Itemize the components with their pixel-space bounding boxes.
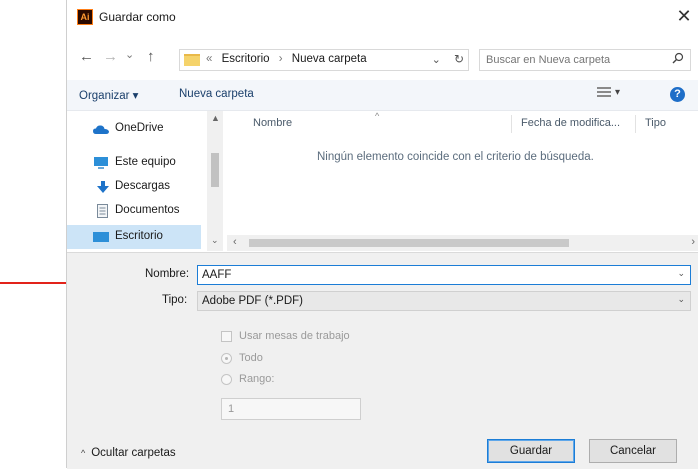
new-folder-button[interactable]: Nueva carpeta [179, 88, 254, 100]
scroll-right-icon[interactable]: › [691, 236, 695, 248]
address-controls: ⌄ ↻ [432, 52, 464, 66]
address-dropdown-icon[interactable]: ⌄ [432, 54, 441, 66]
navigation-pane: OneDrive Este equipo Descargas Documento… [67, 111, 217, 251]
file-type-select[interactable]: Adobe PDF (*.PDF) ⌄ [197, 291, 691, 311]
sidebar-item-descargas[interactable]: Descargas [67, 175, 201, 199]
breadcrumb-item-nueva-carpeta[interactable]: Nueva carpeta [292, 53, 367, 65]
file-name-label: Nombre: [145, 268, 190, 280]
column-divider[interactable] [635, 115, 636, 133]
range-field[interactable] [221, 398, 361, 420]
title-bar: Ai Guardar como ✕ [67, 0, 698, 36]
sidebar-item-label: Este equipo [115, 156, 176, 168]
view-options-icon[interactable] [597, 87, 611, 101]
sidebar-item-documentos[interactable]: Documentos [67, 199, 201, 223]
chevron-down-icon[interactable]: ⌄ [677, 294, 685, 305]
scroll-left-icon[interactable]: ‹ [233, 236, 237, 248]
up-arrow-icon[interactable]: ↑ [147, 48, 155, 66]
range-radio[interactable] [221, 374, 232, 385]
refresh-icon[interactable]: ↻ [454, 52, 464, 66]
all-radio[interactable] [221, 353, 232, 364]
search-box[interactable] [479, 49, 691, 71]
address-bar[interactable]: « Escritorio › Nueva carpeta ⌄ ↻ [179, 49, 469, 71]
sidebar-item-este-equipo[interactable]: Este equipo [67, 151, 201, 175]
sidebar-item-label: Documentos [115, 204, 180, 216]
sidebar-item-onedrive[interactable]: OneDrive [67, 117, 201, 141]
computer-icon [94, 157, 108, 169]
range-label: Rango: [239, 373, 275, 385]
artboards-checkbox[interactable] [221, 331, 232, 342]
save-as-dialog: Ai Guardar como ✕ ← → ⌄ ↑ « Escritorio ›… [66, 0, 698, 469]
search-icon [672, 52, 684, 67]
folder-icon [184, 54, 200, 66]
navigation-bar: ← → ⌄ ↑ « Escritorio › Nueva carpeta ⌄ ↻ [67, 42, 698, 74]
hide-folders-toggle[interactable]: ^ Ocultar carpetas [81, 447, 176, 459]
recent-locations-icon[interactable]: ⌄ [125, 46, 134, 64]
command-toolbar: Organizar ▾ Nueva carpeta ▾ ? [67, 80, 698, 111]
help-icon[interactable]: ? [670, 87, 685, 102]
save-button[interactable]: Guardar [487, 439, 575, 463]
artboards-label: Usar mesas de trabajo [239, 330, 350, 342]
scroll-up-icon[interactable]: ▲ [211, 113, 220, 123]
column-header-date[interactable]: Fecha de modifica... [521, 117, 620, 129]
save-options-panel: Nombre: ⌄ Tipo: Adobe PDF (*.PDF) ⌄ Usar… [67, 252, 698, 469]
sort-ascending-icon: ^ [375, 111, 380, 121]
breadcrumb-item-escritorio[interactable]: Escritorio [222, 53, 270, 65]
organize-menu-button[interactable]: Organizar ▾ [79, 88, 138, 102]
onedrive-icon [93, 125, 109, 134]
forward-arrow-icon[interactable]: → [103, 48, 118, 66]
hide-folders-label: Ocultar carpetas [91, 447, 176, 459]
file-type-value: Adobe PDF (*.PDF) [202, 295, 303, 307]
column-divider[interactable] [511, 115, 512, 133]
sidebar-item-label: OneDrive [115, 122, 164, 134]
column-header-name[interactable]: Nombre [253, 117, 292, 129]
file-name-field[interactable]: ⌄ [197, 265, 691, 285]
navigation-scrollbar[interactable]: ▲ ⌄ [207, 111, 223, 251]
chevron-up-icon: ^ [81, 448, 86, 458]
horizontal-scrollbar[interactable]: ‹ › [227, 235, 698, 251]
sidebar-item-escritorio[interactable]: Escritorio [67, 225, 201, 249]
scroll-down-icon[interactable]: ⌄ [211, 235, 219, 246]
scrollbar-thumb[interactable] [211, 153, 219, 187]
empty-list-message: Ningún elemento coincide con el criterio… [317, 151, 594, 163]
column-header-type[interactable]: Tipo [645, 117, 666, 129]
file-type-label: Tipo: [162, 294, 188, 306]
sidebar-item-label: Descargas [115, 180, 170, 192]
range-input[interactable] [228, 402, 348, 416]
file-list: ^ Nombre Fecha de modifica... Tipo Ningú… [227, 111, 698, 251]
breadcrumb-overflow[interactable]: « [206, 53, 212, 65]
cancel-button[interactable]: Cancelar [589, 439, 677, 463]
chevron-down-icon[interactable]: ⌄ [677, 268, 685, 279]
document-icon [97, 204, 108, 218]
sidebar-item-label: Escritorio [115, 230, 163, 242]
view-chevron-icon[interactable]: ▾ [615, 87, 620, 98]
close-button[interactable]: ✕ [669, 4, 698, 30]
search-input[interactable] [486, 52, 662, 68]
breadcrumb: « Escritorio › Nueva carpeta [206, 53, 367, 65]
desktop-icon [93, 232, 109, 242]
scrollbar-thumb[interactable] [249, 239, 569, 247]
file-name-input[interactable] [202, 267, 662, 283]
illustrator-app-icon: Ai [77, 9, 93, 25]
back-arrow-icon[interactable]: ← [79, 48, 94, 66]
download-icon [97, 181, 109, 193]
dialog-title: Guardar como [99, 10, 176, 24]
all-label: Todo [239, 352, 263, 364]
breadcrumb-separator: › [278, 53, 283, 65]
